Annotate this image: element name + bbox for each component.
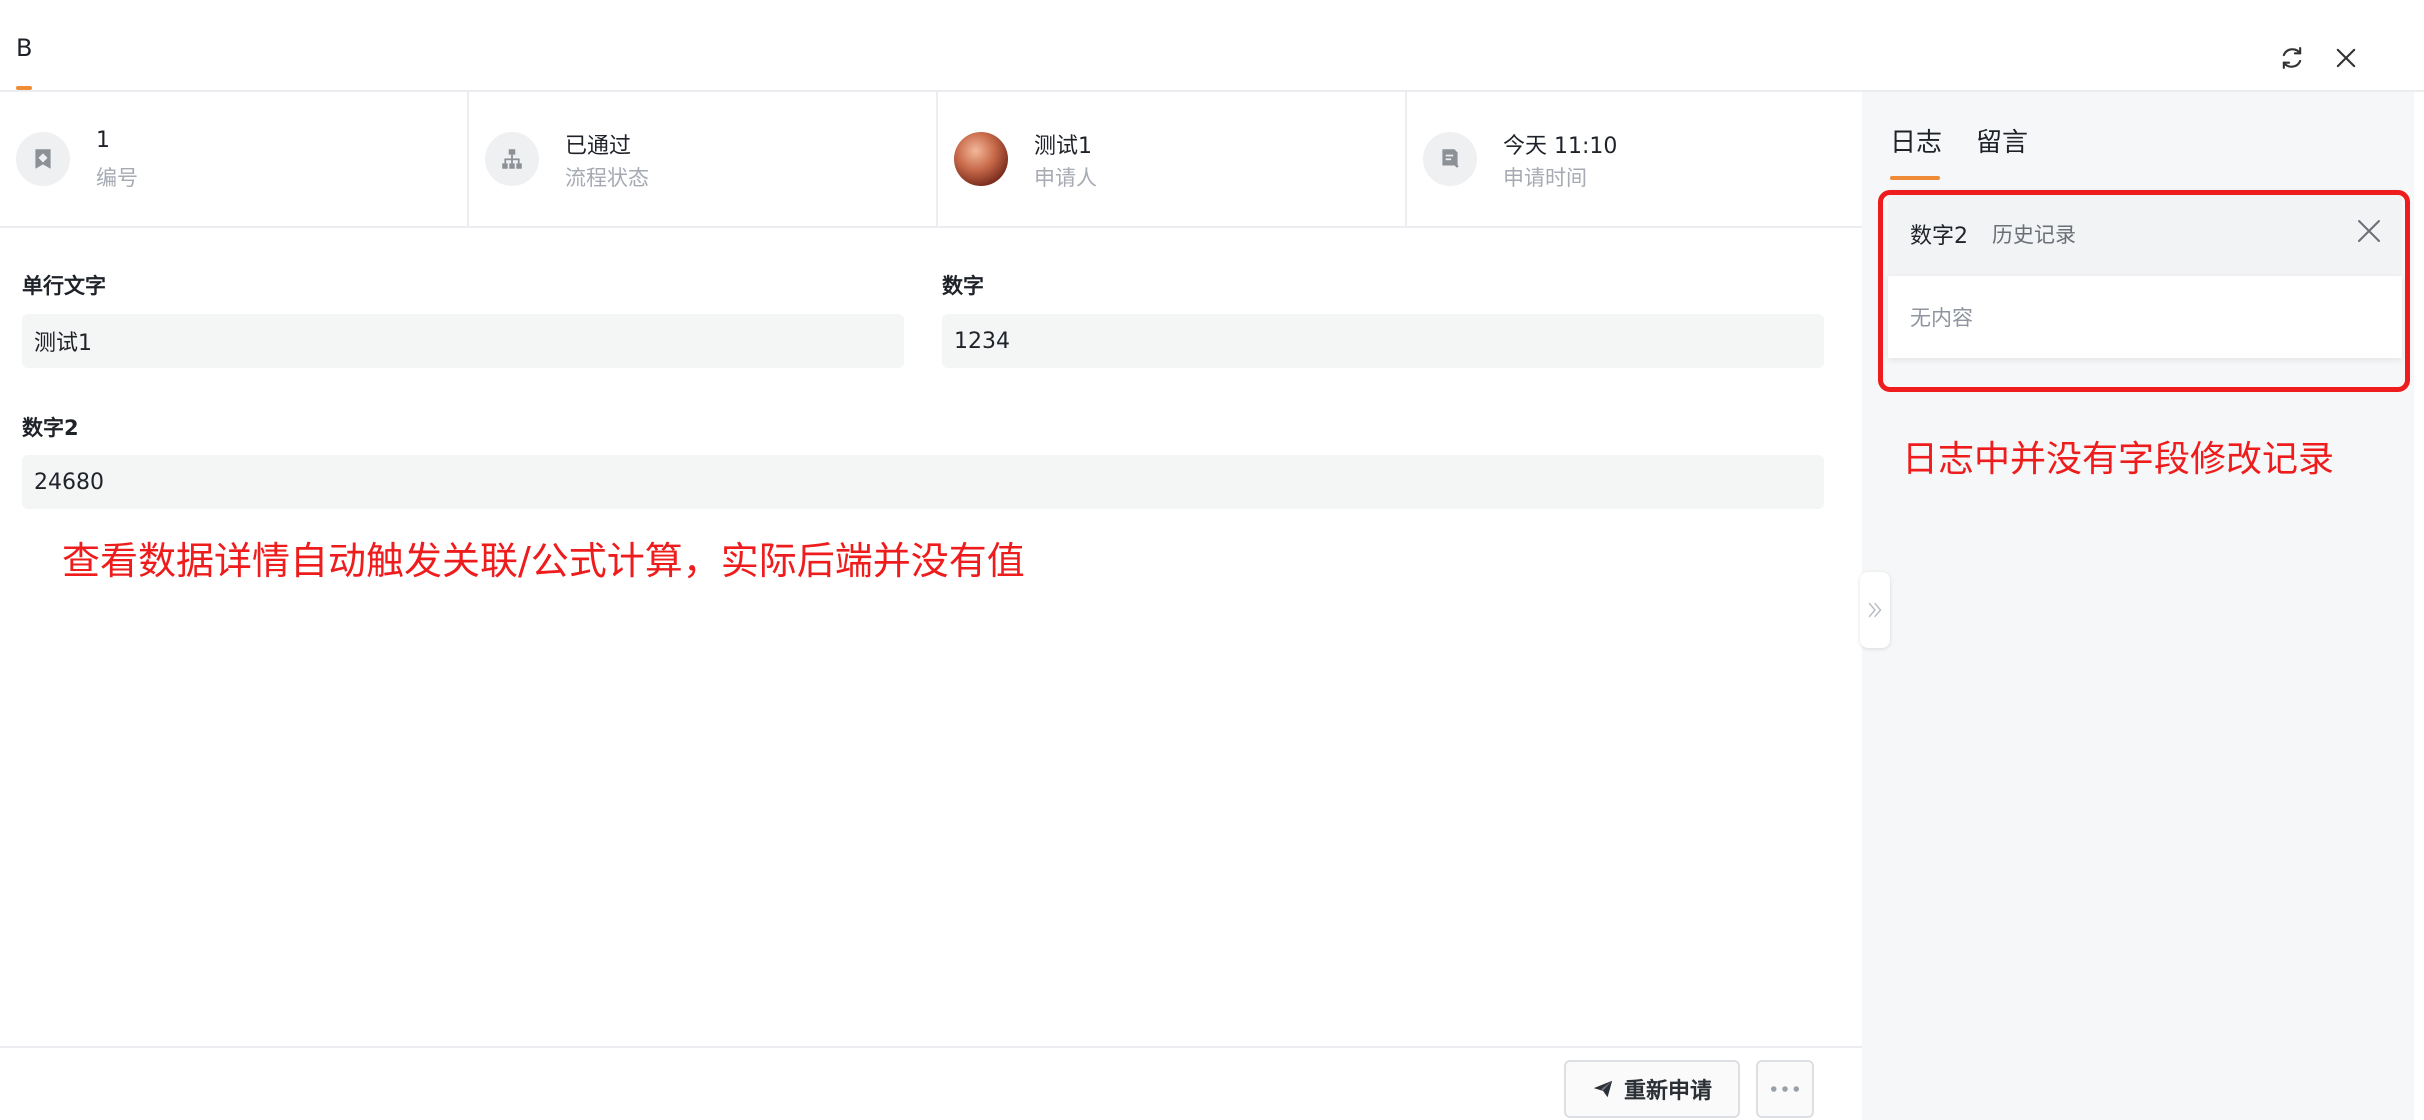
history-card-body: 无内容 <box>1888 276 2402 358</box>
number-label: 数字 <box>942 274 984 298</box>
flow-icon <box>485 132 539 186</box>
apply-time-value: 今天 11:10 <box>1503 134 1618 159</box>
clock-doc-icon <box>1423 132 1477 186</box>
record-id-value: 1 <box>96 128 110 153</box>
record-id-label: 编号 <box>96 166 138 190</box>
tag-icon <box>16 132 70 186</box>
single-text-field[interactable]: 测试1 <box>22 314 904 368</box>
close-icon <box>2336 48 2356 68</box>
header-tab[interactable]: B <box>16 34 32 62</box>
refresh-icon <box>2282 47 2302 69</box>
number2-label: 数字2 <box>22 416 79 440</box>
number-field[interactable]: 1234 <box>942 314 1824 368</box>
apply-time-label: 申请时间 <box>1503 166 1587 190</box>
action-footer: 重新申请 <box>0 1046 1862 1120</box>
field-history-card: 数字2 历史记录 无内容 <box>1888 188 2402 358</box>
close-icon[interactable] <box>2354 216 2384 246</box>
active-tab-indicator <box>16 86 32 90</box>
applicant-label: 申请人 <box>1034 166 1097 190</box>
close-button[interactable] <box>2328 40 2364 76</box>
single-text-label: 单行文字 <box>22 274 106 298</box>
avatar[interactable] <box>954 132 1008 186</box>
summary-time: 今天 11:10 申请时间 <box>1407 92 1862 226</box>
applicant-value: 测试1 <box>1034 134 1092 159</box>
more-icon <box>1771 1086 1799 1092</box>
refresh-button[interactable] <box>2274 40 2310 76</box>
reapply-button[interactable]: 重新申请 <box>1564 1060 1740 1118</box>
send-icon <box>1593 1080 1613 1098</box>
collapse-panel-handle[interactable] <box>1860 572 1890 648</box>
summary-id: 1 编号 <box>0 92 469 226</box>
double-chevron-right-icon <box>1868 602 1882 618</box>
summary-status: 已通过 流程状态 <box>469 92 938 226</box>
main-annotation: 查看数据详情自动触发关联/公式计算，实际后端并没有值 <box>62 539 1025 583</box>
history-field-name: 数字2 <box>1910 224 1968 249</box>
detail-window: B 1 编号 已通过 流程状态 测试1 申请人 今天 11:10 申请时间 单行… <box>0 0 2424 1120</box>
history-subtitle: 历史记录 <box>1992 223 2076 247</box>
reapply-label: 重新申请 <box>1623 1079 1712 1104</box>
tab-log[interactable]: 日志 <box>1890 122 1942 159</box>
history-card-header: 数字2 历史记录 <box>1888 188 2402 276</box>
window-header: B <box>0 0 2424 92</box>
tab-comments[interactable]: 留言 <box>1976 122 2028 159</box>
history-empty-text: 无内容 <box>1910 306 1973 330</box>
flow-status-value: 已通过 <box>565 134 632 159</box>
flow-status-label: 流程状态 <box>565 166 649 190</box>
number2-field[interactable]: 24680 <box>22 455 1824 509</box>
summary-strip: 1 编号 已通过 流程状态 测试1 申请人 今天 11:10 申请时间 <box>0 92 1862 228</box>
summary-applicant: 测试1 申请人 <box>938 92 1407 226</box>
log-panel: 日志 留言 数字2 历史记录 无内容 日志中并没有字段修改记录 <box>1862 92 2414 1120</box>
panel-annotation: 日志中并没有字段修改记录 <box>1902 439 2335 480</box>
log-tab-indicator <box>1890 176 1940 180</box>
more-actions-button[interactable] <box>1756 1060 1814 1118</box>
